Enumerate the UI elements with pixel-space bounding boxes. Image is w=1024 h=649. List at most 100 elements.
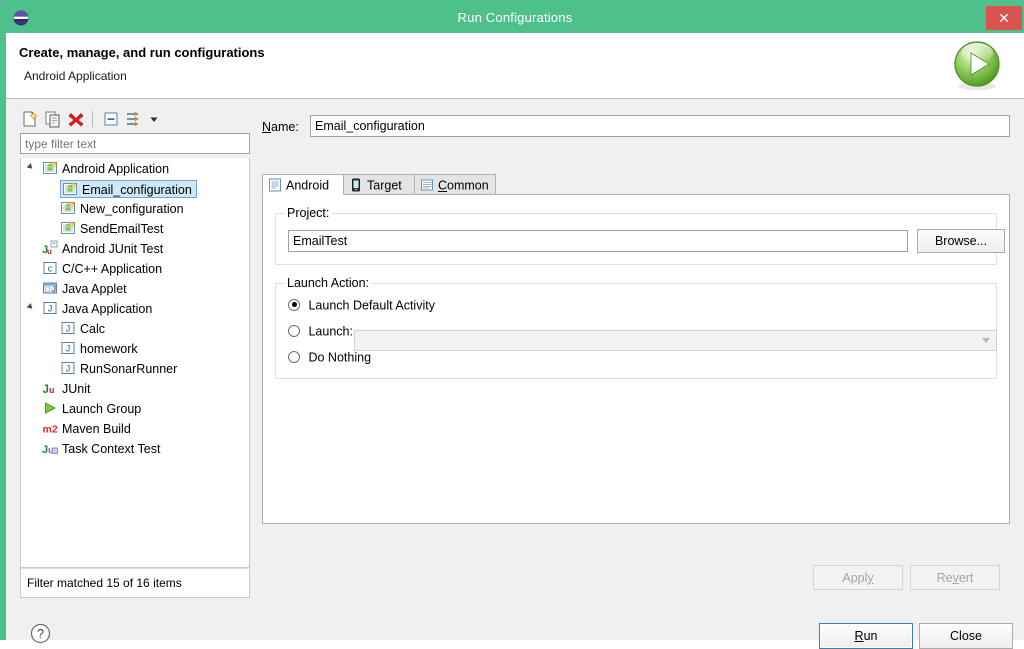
tree-item-label: Calc <box>80 322 106 337</box>
window-close-button[interactable]: ✕ <box>986 6 1022 30</box>
tree-item-label: SendEmailTest <box>80 222 164 237</box>
tree-item-label: Java Application <box>62 302 153 317</box>
radio-launch[interactable]: Launch: <box>288 322 353 340</box>
tab-target[interactable]: Target <box>343 174 415 195</box>
tree-item[interactable]: Ju JUnit <box>21 378 249 398</box>
radio-indicator <box>288 350 300 363</box>
chevron-down-icon <box>982 338 990 343</box>
tree-item-content: Jhomework <box>60 340 142 358</box>
run-launch-icon <box>949 38 1005 94</box>
browse-button[interactable]: Browse... <box>917 229 1005 253</box>
tree-item[interactable]: SendEmailTest <box>21 218 249 238</box>
radio-do-nothing[interactable]: Do Nothing <box>288 348 371 366</box>
tree-item-content: SendEmailTest <box>60 220 167 238</box>
tree-item[interactable]: Ju Task Context Test <box>21 438 249 458</box>
tree-item-label: Email_configuration <box>82 183 192 198</box>
tree-item-content: Launch Group <box>42 400 145 418</box>
java-applet-icon: J <box>42 280 58 296</box>
configuration-name-input[interactable] <box>310 115 1010 137</box>
tree-item-content: m2 Maven Build <box>42 420 135 438</box>
android-tab-icon <box>268 178 282 192</box>
dialog-client-area: Create, manage, and run configurations A… <box>6 33 1024 649</box>
window-title: Run Configurations <box>457 10 573 25</box>
tree-item[interactable]: J Java Applet <box>21 278 249 298</box>
tree-item[interactable]: Email_configuration <box>21 178 249 198</box>
svg-text:u: u <box>49 385 55 395</box>
tree-item-content: c C/C++ Application <box>42 260 166 278</box>
tree-item-content: J RunSonarRunner <box>60 360 181 378</box>
java-application-icon: J <box>42 300 58 316</box>
tree-item-label: Task Context Test <box>62 442 161 457</box>
tab-android[interactable]: Android <box>262 174 344 195</box>
tree-item[interactable]: Ju Android JUnit Test <box>21 238 249 258</box>
name-label: Name: <box>262 120 299 134</box>
tree-item[interactable]: J Calc <box>21 318 249 338</box>
toolbar-separator <box>92 111 93 127</box>
launch-activity-combo[interactable] <box>354 330 997 351</box>
tree-item-label: Android JUnit Test <box>62 242 164 257</box>
svg-text:c: c <box>48 264 53 274</box>
configuration-tabs: Android Target Common <box>262 174 1010 195</box>
tree-item-label: JUnit <box>62 382 91 397</box>
radio-indicator <box>288 324 300 337</box>
svg-text:J: J <box>66 344 71 354</box>
run-button[interactable]: Run <box>819 623 913 649</box>
tree-expand-arrow[interactable] <box>26 163 35 171</box>
help-question-icon[interactable]: ? <box>30 623 51 644</box>
red-x-delete-icon[interactable] <box>66 109 86 129</box>
tree-item[interactable]: Android Application <box>21 158 249 178</box>
tab-label: Common <box>438 178 489 193</box>
launch-configuration-tree-panel: Android Application Email_configuration Ne… <box>16 106 254 602</box>
tree-item[interactable]: Launch Group <box>21 398 249 418</box>
close-button[interactable]: Close <box>919 623 1013 649</box>
banner-subtitle: Android Application <box>24 69 127 83</box>
tree-expand-arrow[interactable] <box>26 303 35 311</box>
tree-toolbar <box>16 106 254 132</box>
radio-launch-default-activity[interactable]: Launch Default Activity <box>288 296 435 314</box>
tree-item[interactable]: c C/C++ Application <box>21 258 249 278</box>
tab-common[interactable]: Common <box>414 174 496 195</box>
tree-item[interactable]: New_configuration <box>21 198 249 218</box>
configuration-editor-panel: Name: Android Target Common Project: Brows… <box>262 106 1012 602</box>
new-document-icon[interactable] <box>20 109 40 129</box>
svg-text:J: J <box>66 324 71 334</box>
launch-configuration-tree[interactable]: Android Application Email_configuration Ne… <box>20 158 250 568</box>
tree-item-content: Ju Task Context Test <box>42 440 164 458</box>
tree-item-content: J Calc <box>60 320 109 338</box>
tree-item-label: Maven Build <box>62 422 131 437</box>
tree-item[interactable]: J Java Application <box>21 298 249 318</box>
tree-item-content: Email_configuration <box>60 179 197 198</box>
tree-item-label: RunSonarRunner <box>80 362 178 377</box>
svg-text:u: u <box>47 247 52 256</box>
device-target-icon <box>349 178 363 192</box>
tree-item[interactable]: Jhomework <box>21 338 249 358</box>
tree-item-content: Ju Android JUnit Test <box>42 240 167 258</box>
filter-text-input[interactable] <box>20 133 250 154</box>
tree-item-label: Launch Group <box>62 402 142 417</box>
task-context-junit-icon: Ju <box>42 440 58 456</box>
footer-divider <box>16 611 1014 612</box>
tree-item-label: Java Applet <box>62 282 127 297</box>
copy-icon[interactable] <box>43 109 63 129</box>
android-config-icon <box>60 220 76 236</box>
tree-item-content: New_configuration <box>60 200 188 218</box>
tree-item-content: Android Application <box>42 160 173 178</box>
java-application-icon: J <box>60 320 76 336</box>
radio-label: Do Nothing <box>308 350 372 365</box>
title-bar: Run Configurations ✕ <box>3 3 1024 33</box>
banner-title: Create, manage, and run configurations <box>19 45 265 60</box>
chevron-down-icon[interactable] <box>147 109 161 129</box>
launch-action-group: Launch Action: Launch Default Activity L… <box>275 276 997 379</box>
tree-item-label: Android Application <box>62 162 170 177</box>
revert-button[interactable]: Revert <box>910 565 1000 590</box>
apply-button[interactable]: Apply <box>813 565 903 590</box>
filter-icon[interactable] <box>124 109 144 129</box>
tree-item-label: homework <box>80 342 138 357</box>
collapse-all-icon[interactable] <box>101 109 121 129</box>
project-input[interactable] <box>288 230 908 252</box>
filter-status-text: Filter matched 15 of 16 items <box>20 568 250 598</box>
tree-item[interactable]: J RunSonarRunner <box>21 358 249 378</box>
tree-item[interactable]: m2 Maven Build <box>21 418 249 438</box>
tab-label: Android <box>286 178 330 193</box>
green-play-icon <box>42 400 58 416</box>
